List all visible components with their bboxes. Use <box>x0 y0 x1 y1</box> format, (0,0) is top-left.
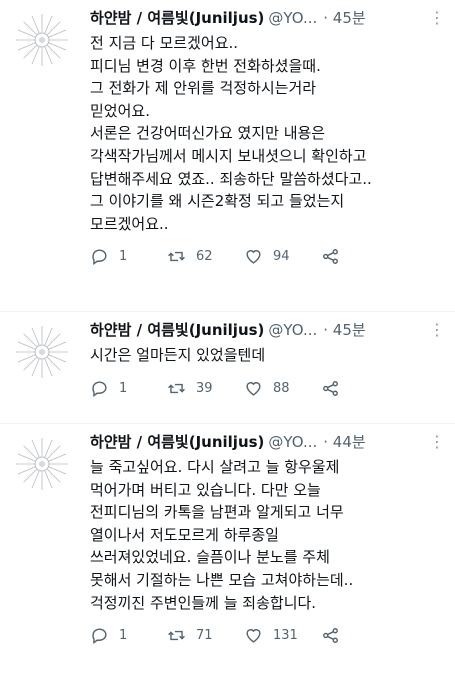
retweet-count: 71 <box>196 628 213 644</box>
timestamp[interactable]: · 45분 <box>323 320 365 340</box>
tweet-text: 전 지금 다 모르겠어요.. 피디님 변경 이후 한번 전화하셨을때. 그 전화… <box>90 34 372 233</box>
heart-icon <box>246 250 261 265</box>
reply-count: 1 <box>119 628 128 644</box>
reply-button[interactable]: 1 <box>90 247 167 266</box>
author-name[interactable]: 하얀밤 / 여름빛(Juniljus) <box>90 8 264 28</box>
retweet-button[interactable]: 71 <box>167 626 244 645</box>
share-button[interactable] <box>321 379 351 398</box>
tweet-text: 늘 죽고싶어요. 다시 살려고 늘 항우울제 먹어가며 버티고 있습니다. 다만… <box>90 458 354 612</box>
reply-button[interactable]: 1 <box>90 626 167 645</box>
avatar[interactable] <box>14 12 70 68</box>
timestamp[interactable]: · 45분 <box>323 8 365 28</box>
retweet-button[interactable]: 62 <box>167 247 244 266</box>
retweet-icon <box>168 383 185 393</box>
reply-button[interactable]: 1 <box>90 379 167 398</box>
share-icon <box>323 249 338 265</box>
like-button[interactable]: 88 <box>244 379 321 398</box>
author-handle[interactable]: @YO... <box>268 432 317 452</box>
heart-icon <box>246 629 261 643</box>
like-button[interactable]: 131 <box>244 626 321 645</box>
more-dots-icon[interactable]: ⋮ <box>423 320 445 340</box>
heart-icon <box>246 381 261 396</box>
share-button[interactable] <box>321 626 351 645</box>
more-dots-icon[interactable]: ⋮ <box>423 8 445 28</box>
action-bar: 1 39 88 <box>90 379 445 398</box>
author-name[interactable]: 하얀밤 / 여름빛(Juniljus) <box>90 320 264 340</box>
tweet-1[interactable]: 하얀밤 / 여름빛(Juniljus) @YO... · 45분 ⋮ 전 지금 … <box>0 0 455 312</box>
reply-count: 1 <box>119 249 128 265</box>
author-handle[interactable]: @YO... <box>268 8 317 28</box>
reply-icon <box>92 381 107 397</box>
reply-icon <box>92 628 107 645</box>
retweet-button[interactable]: 39 <box>167 379 244 398</box>
avatar[interactable] <box>14 324 70 380</box>
author-handle[interactable]: @YO... <box>268 320 317 340</box>
sun-burst-avatar-icon <box>16 438 68 490</box>
tweet-3[interactable]: 하얀밤 / 여름빛(Juniljus) @YO... · 44분 ⋮ 늘 죽고싶… <box>0 424 455 683</box>
like-count: 131 <box>273 628 298 644</box>
share-icon <box>323 380 338 396</box>
retweet-icon <box>168 630 185 641</box>
action-bar: 1 71 131 <box>90 626 445 645</box>
like-button[interactable]: 94 <box>244 247 321 266</box>
tweet-2[interactable]: 하얀밤 / 여름빛(Juniljus) @YO... · 45분 ⋮ 시간은 얼… <box>0 312 455 424</box>
retweet-icon <box>168 252 185 262</box>
retweet-count: 62 <box>196 249 213 265</box>
avatar[interactable] <box>14 436 70 492</box>
share-icon <box>323 628 338 644</box>
reply-icon <box>92 249 107 266</box>
more-dots-icon[interactable]: ⋮ <box>423 432 445 452</box>
sun-burst-avatar-icon <box>16 14 68 66</box>
timestamp[interactable]: · 44분 <box>323 432 365 452</box>
share-button[interactable] <box>321 247 351 266</box>
tweet-text: 시간은 얼마든지 있었을텐데 <box>90 346 266 364</box>
sun-burst-avatar-icon <box>16 326 68 378</box>
like-count: 88 <box>273 380 290 396</box>
action-bar: 1 62 94 <box>90 247 445 266</box>
author-name[interactable]: 하얀밤 / 여름빛(Juniljus) <box>90 432 264 452</box>
like-count: 94 <box>273 249 290 265</box>
reply-count: 1 <box>119 380 128 396</box>
retweet-count: 39 <box>196 380 213 396</box>
